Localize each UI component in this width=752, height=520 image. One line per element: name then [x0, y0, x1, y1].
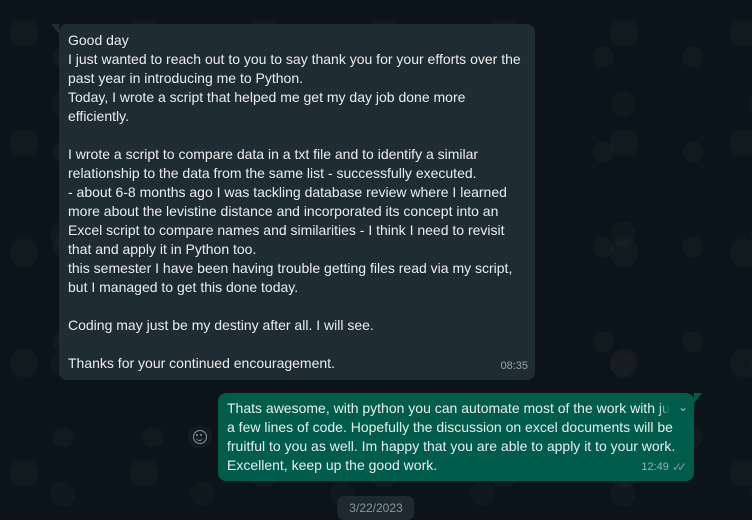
double-check-icon: ✓✓ — [671, 460, 687, 474]
outgoing-message[interactable]: Thats awesome, with python you can autom… — [218, 393, 702, 481]
incoming-message-text: Good day I just wanted to reach out to y… — [68, 32, 521, 371]
date-divider-bottom: 3/22/2023 — [337, 496, 415, 520]
outgoing-message-text: Thats awesome, with python you can autom… — [227, 400, 681, 473]
message-menu-button[interactable]: ⌄ — [658, 397, 688, 417]
incoming-message[interactable]: Good day I just wanted to reach out to y… — [51, 24, 535, 380]
incoming-message-time: 08:35 — [500, 360, 528, 372]
smiley-icon — [193, 430, 207, 444]
outgoing-message-time: 12:49 — [641, 461, 669, 473]
emoji-reaction-button[interactable] — [188, 425, 212, 449]
outgoing-message-meta: 12:49 ✓✓ — [641, 458, 687, 477]
chevron-down-icon: ⌄ — [677, 399, 688, 414]
